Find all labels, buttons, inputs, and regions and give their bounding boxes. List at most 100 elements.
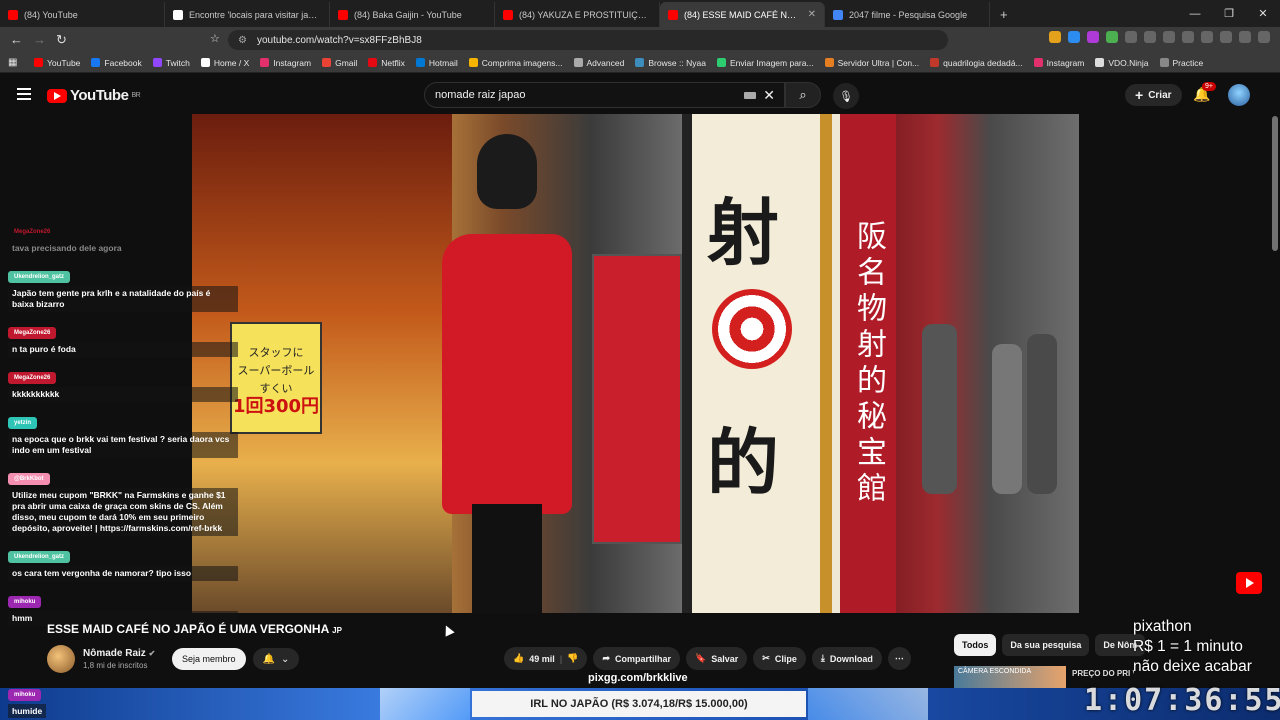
minimize-button[interactable]: — bbox=[1178, 0, 1212, 27]
menu-dots-icon[interactable] bbox=[1258, 31, 1270, 43]
back-icon[interactable]: ← bbox=[10, 32, 23, 48]
browser-tab[interactable]: Encontre 'locais para visitar japão' no bbox=[165, 2, 330, 27]
bookmark-item[interactable]: Gmail bbox=[322, 58, 357, 68]
bookmark-item[interactable]: Practice bbox=[1159, 58, 1203, 68]
bookmark-item[interactable]: Instagram bbox=[1033, 58, 1084, 68]
bookmark-label: quadrilogia dedadá... bbox=[943, 57, 1023, 68]
chat-username: mihoku bbox=[8, 689, 42, 701]
voice-search-button[interactable]: 🎙 bbox=[833, 83, 859, 109]
bookmark-item[interactable]: quadrilogia dedadá... bbox=[930, 57, 1023, 68]
apps-grid-icon[interactable]: ▦ bbox=[8, 57, 17, 68]
close-window-button[interactable]: ✕ bbox=[1246, 0, 1280, 27]
extension-icon[interactable] bbox=[1125, 31, 1137, 43]
extension-icon[interactable] bbox=[1201, 31, 1213, 43]
shop-sign-line: スーパーボール bbox=[237, 364, 315, 377]
bookmark-item[interactable]: Home / X bbox=[200, 58, 249, 68]
account-avatar[interactable] bbox=[1228, 84, 1250, 106]
subscription-bell-button[interactable]: 🔔 ⌄ bbox=[253, 648, 299, 670]
create-button[interactable]: + Criar bbox=[1125, 84, 1182, 106]
browser-tab[interactable]: (84) YouTube bbox=[0, 2, 165, 27]
keyboard-icon[interactable] bbox=[744, 92, 756, 99]
share-button[interactable]: ➦ Compartilhar bbox=[593, 647, 681, 670]
browser-tab[interactable]: (84) Baka Gaijin - YouTube bbox=[330, 2, 495, 27]
extension-icon[interactable] bbox=[1068, 31, 1080, 43]
reload-icon[interactable]: ↻ bbox=[56, 32, 67, 48]
extension-icon[interactable] bbox=[1163, 31, 1175, 43]
video-player[interactable]: スタッフに スーパーボール すくい 1回300円 射 的 阪名物射的秘宝館 bbox=[192, 114, 1079, 613]
bookmark-item[interactable]: Instagram bbox=[260, 58, 311, 68]
download-button[interactable]: ⤓ Download bbox=[811, 647, 882, 670]
address-toolbar: ← → ↻ ☆ ⚙ youtube.com/watch?v=sx8FFzBhBJ… bbox=[0, 27, 1280, 53]
bookmark-favicon-icon bbox=[1033, 58, 1043, 67]
bookmark-item[interactable]: Netflix bbox=[368, 58, 405, 68]
clear-search-icon[interactable]: ✕ bbox=[763, 87, 775, 104]
search-input[interactable]: nomade raiz japao ✕ bbox=[424, 82, 785, 108]
channel-name[interactable]: Nômade Raiz bbox=[83, 648, 146, 659]
recommendation-title[interactable]: PREÇO DO PRI VISTIA bbox=[1072, 669, 1134, 678]
bookmark-item[interactable]: Twitch bbox=[152, 58, 190, 68]
search-button[interactable]: ⌕ bbox=[785, 82, 821, 108]
bookmark-item[interactable]: VDO.Ninja bbox=[1095, 58, 1149, 68]
bookmark-star-icon[interactable]: ☆ bbox=[210, 32, 220, 45]
chat-text: os cara tem vergonha de namorar? tipo is… bbox=[8, 566, 238, 581]
join-button[interactable]: Seja membro bbox=[172, 648, 246, 670]
channel-info[interactable]: Nômade Raiz ✔ 1,8 mi de inscritos bbox=[47, 645, 155, 673]
bookmark-item[interactable]: Browse :: Nyaa bbox=[635, 58, 706, 68]
street-crowd bbox=[912, 214, 1072, 514]
donation-goal-bar: IRL NO JAPÃO (R$ 3.074,18/R$ 15.000,00) bbox=[472, 691, 806, 717]
chat-username: Ukendrelion_gatz bbox=[8, 551, 71, 563]
chat-message: mihoku humide bbox=[8, 683, 47, 719]
shop-sign-line: スタッフに bbox=[248, 346, 304, 359]
bookmark-favicon-icon bbox=[368, 58, 378, 67]
youtube-logo-text: YouTube bbox=[70, 87, 129, 104]
notifications-button[interactable]: 🔔 9+ bbox=[1193, 82, 1216, 103]
browser-tab[interactable]: (84) ESSE MAID CAFÉ NO JAP ✕ bbox=[660, 2, 825, 27]
chat-message: Ukendrelion_gatz Japão tem gente pra krlh… bbox=[8, 265, 238, 312]
restore-button[interactable]: ❐ bbox=[1212, 0, 1246, 27]
extension-icon[interactable] bbox=[1220, 31, 1232, 43]
extension-icon[interactable] bbox=[1049, 31, 1061, 43]
youtube-logo[interactable]: YouTube BR bbox=[47, 87, 141, 104]
bookmark-item[interactable]: Facebook bbox=[91, 58, 142, 68]
bookmark-item[interactable]: Hotmail bbox=[415, 58, 458, 68]
extension-icon[interactable] bbox=[1106, 31, 1118, 43]
like-button[interactable]: 👍 49 mil | 👎 bbox=[504, 647, 588, 670]
browser-tab-bar: (84) YouTube Encontre 'locais para visita… bbox=[0, 0, 1280, 27]
bookmark-favicon-icon bbox=[573, 58, 583, 67]
site-info-icon[interactable]: ⚙ bbox=[238, 35, 247, 46]
forward-icon[interactable]: → bbox=[33, 32, 46, 48]
extension-icon[interactable] bbox=[1087, 31, 1099, 43]
browser-tab[interactable]: 2047 filme - Pesquisa Google bbox=[825, 2, 990, 27]
microphone-icon: 🎙 bbox=[839, 90, 853, 103]
url-text: youtube.com/watch?v=sx8FFzBhBJ8 bbox=[256, 34, 422, 46]
hamburger-menu-icon[interactable] bbox=[17, 88, 31, 103]
close-tab-icon[interactable]: ✕ bbox=[808, 9, 816, 20]
bookmark-item[interactable]: Enviar Imagem para... bbox=[716, 58, 814, 68]
chat-text: n ta puro é foda bbox=[8, 342, 238, 357]
extension-icon[interactable] bbox=[1182, 31, 1194, 43]
bookmark-item[interactable]: Comprima imagens... bbox=[468, 58, 563, 68]
bookmark-item[interactable]: Servidor Ultra | Con... bbox=[824, 58, 919, 68]
recommendation-thumbnail[interactable]: CÂMERA ESCONDIDA bbox=[954, 666, 1066, 688]
url-bar[interactable]: ⚙ youtube.com/watch?v=sx8FFzBhBJ8 bbox=[228, 30, 948, 50]
pixathon-message: não deixe acabar bbox=[1133, 658, 1252, 675]
extension-icon[interactable] bbox=[1239, 31, 1251, 43]
bookmark-favicon-icon bbox=[200, 58, 210, 67]
video-title: ESSE MAID CAFÉ NO JAPÃO É UMA VERGONHA J… bbox=[47, 622, 342, 636]
page-scrollbar[interactable] bbox=[1272, 116, 1278, 251]
bookmark-item[interactable]: YouTube bbox=[34, 58, 80, 68]
channel-avatar[interactable] bbox=[47, 645, 75, 673]
tab-favicon-icon bbox=[668, 9, 678, 20]
thumbs-down-icon[interactable]: 👎 bbox=[567, 653, 578, 664]
bookmark-item[interactable]: Advanced bbox=[573, 58, 624, 68]
more-actions-button[interactable]: ⋯ bbox=[887, 647, 911, 670]
clip-button[interactable]: ✂ Clipe bbox=[753, 647, 806, 670]
bookmark-icon: 🔖 bbox=[695, 653, 707, 663]
browser-tab[interactable]: (84) YAKUZA E PROSTITUIÇÃO NO JAP bbox=[495, 2, 660, 27]
filter-chip[interactable]: Todos bbox=[954, 634, 997, 656]
new-tab-button[interactable]: + bbox=[990, 2, 1018, 27]
extension-icon[interactable] bbox=[1144, 31, 1156, 43]
filter-chip[interactable]: Da sua pesquisa bbox=[1002, 634, 1090, 656]
save-button[interactable]: 🔖 Salvar bbox=[686, 647, 748, 670]
chat-text: Japão tem gente pra krlh e a natalidade … bbox=[8, 286, 238, 312]
